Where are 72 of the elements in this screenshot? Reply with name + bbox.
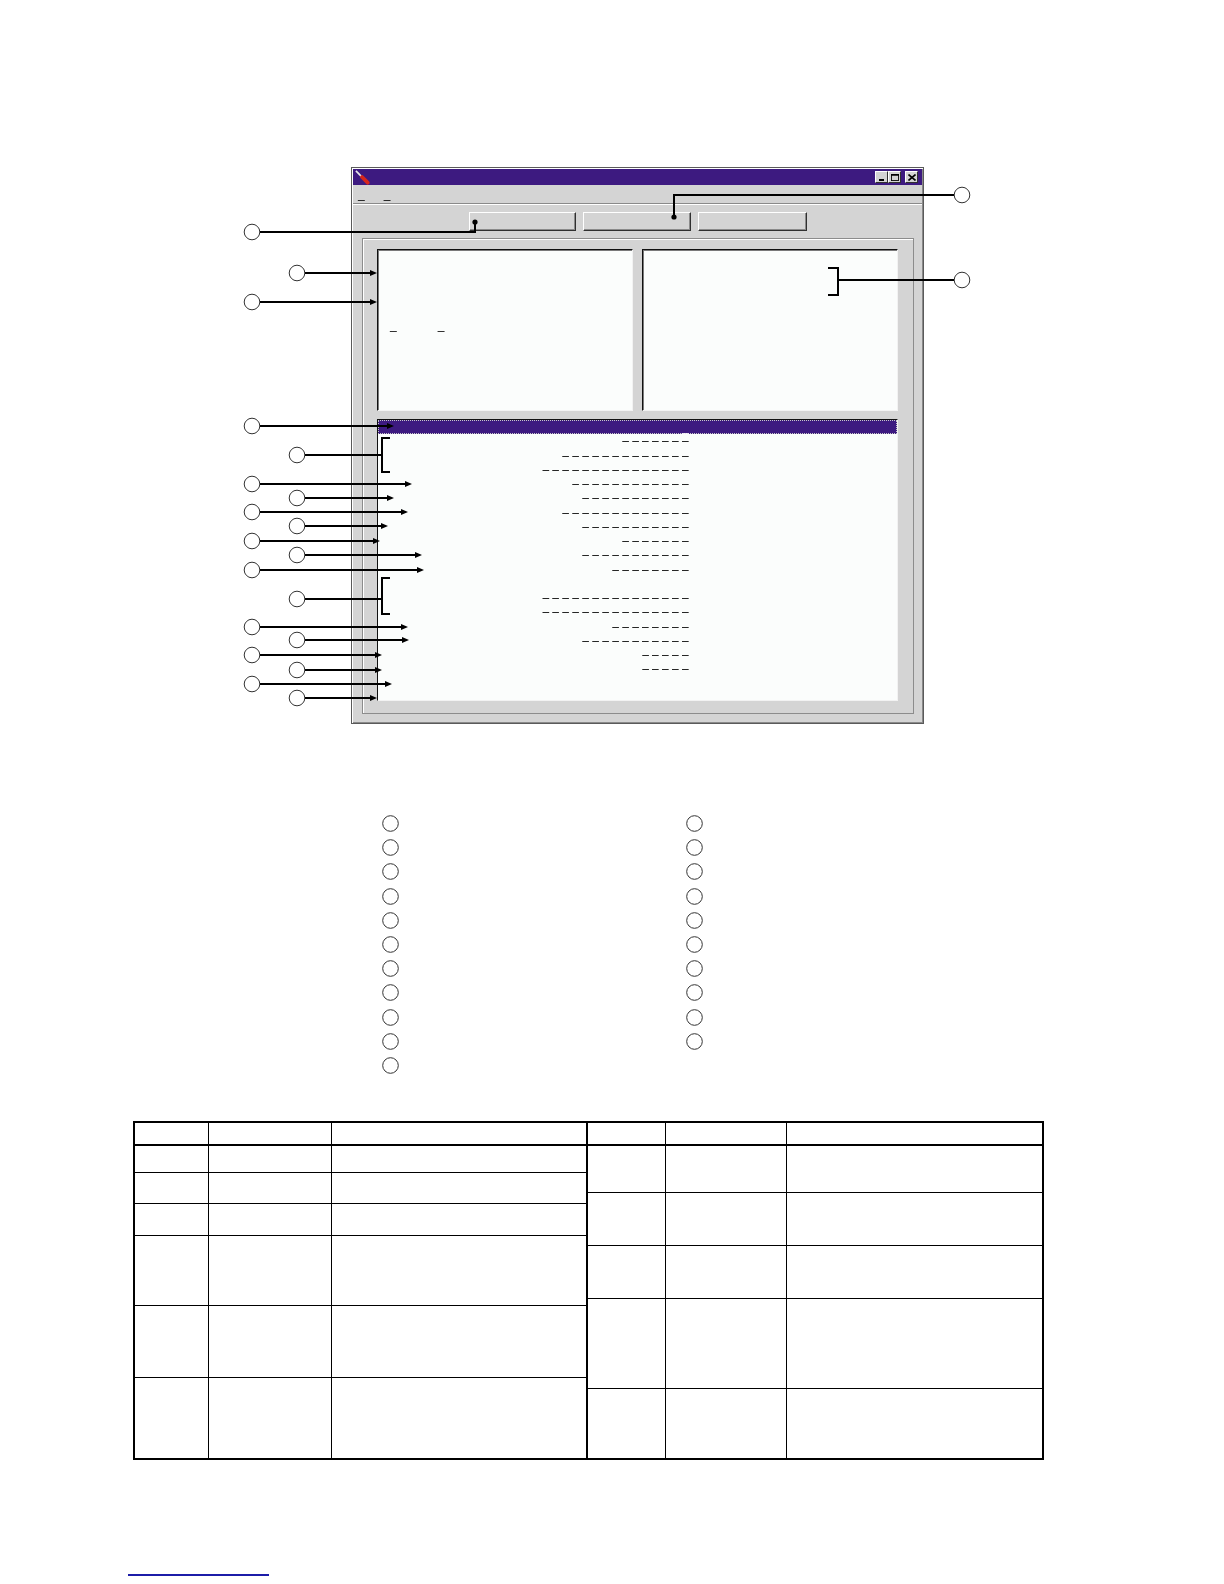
- callout-marker-icon: [686, 984, 703, 1002]
- callout-marker-icon: [243, 223, 261, 241]
- callout-marker-icon: [288, 446, 306, 464]
- callout-marker-icon: [382, 1032, 399, 1050]
- maximize-icon: [890, 173, 899, 181]
- row-value: –––––––: [622, 535, 692, 547]
- callout-marker-icon: [382, 984, 399, 1002]
- callout-marker-icon: [288, 631, 306, 649]
- row-value: ––––––––: [612, 563, 692, 576]
- callout-marker-icon: [382, 815, 399, 832]
- callout-marker-icon: [686, 863, 703, 881]
- callout-marker-icon: [953, 186, 971, 204]
- row-value: –––––––––––––––: [542, 463, 692, 476]
- callout-marker-icon: [686, 935, 703, 953]
- callout-marker-icon: [243, 475, 261, 493]
- toolbar-button[interactable]: [698, 212, 807, 231]
- callout-marker-icon: [288, 590, 306, 608]
- callout-marker-icon: [243, 532, 261, 550]
- row-value: ––––––––––––: [572, 478, 692, 490]
- callout-marker-icon: [686, 815, 703, 832]
- callout-marker-icon: [288, 489, 306, 507]
- callout-marker-icon: [288, 661, 306, 679]
- callout-marker-icon: [243, 618, 261, 636]
- callout-marker-icon: [243, 561, 261, 579]
- pane-text: _: [437, 318, 445, 332]
- callout-marker-icon: [686, 960, 703, 978]
- toolbar-button[interactable]: [469, 212, 576, 231]
- pane-text: _: [390, 318, 397, 332]
- callout-marker-icon: [243, 293, 261, 311]
- close-icon: [907, 173, 916, 181]
- callout-marker-icon: [288, 546, 306, 564]
- menu-item[interactable]: _: [358, 185, 365, 203]
- callout-marker-icon: [686, 911, 703, 929]
- callout-marker-icon: [288, 517, 306, 535]
- callout-marker-icon: [953, 271, 971, 289]
- row-value: –––––––––––––: [562, 449, 692, 462]
- callout-marker-icon: [382, 839, 399, 857]
- callout-marker-icon: [382, 911, 399, 929]
- callout-marker-icon: [382, 960, 399, 978]
- callout-marker-icon: [288, 689, 306, 707]
- row-value: –––––––: [622, 435, 692, 448]
- callout-marker-icon: [243, 646, 261, 664]
- callout-marker-icon: [288, 264, 306, 282]
- callout-marker-icon: [686, 1008, 703, 1026]
- close-button[interactable]: [905, 171, 918, 183]
- row-value: –––––: [642, 663, 692, 676]
- callout-marker-icon: [686, 1032, 703, 1050]
- callout-marker-icon: [243, 675, 261, 693]
- row-value: –––––––––––: [582, 549, 692, 562]
- row-value: –––––––––––: [582, 520, 692, 533]
- row-value: –––––: [642, 649, 692, 661]
- maximize-button[interactable]: [888, 171, 901, 183]
- callout-marker-icon: [382, 935, 399, 953]
- callout-marker-icon: [686, 839, 703, 857]
- row-value: ––––––––: [612, 620, 692, 633]
- screwdriver-icon: [355, 169, 370, 185]
- row-value: –––––––––––: [582, 634, 692, 647]
- callout-marker-icon: [243, 503, 261, 521]
- callout-marker-icon: [243, 417, 261, 435]
- callout-marker-icon: [382, 1056, 399, 1074]
- callout-marker-icon: [382, 1008, 399, 1026]
- row-value: –––––––––––––––: [542, 592, 692, 604]
- row-value: –––––––––––––––: [542, 606, 692, 619]
- row-value: –––––––––––: [582, 492, 692, 505]
- callout-marker-icon: [382, 887, 399, 905]
- row-value: _: [682, 421, 692, 433]
- callout-marker-icon: [382, 863, 399, 881]
- toolbar-button[interactable]: [583, 212, 691, 231]
- callout-marker-icon: [686, 887, 703, 905]
- menu-item[interactable]: _: [383, 185, 391, 203]
- row-value: –––––––––––––: [562, 506, 692, 519]
- minimize-button[interactable]: [875, 171, 888, 183]
